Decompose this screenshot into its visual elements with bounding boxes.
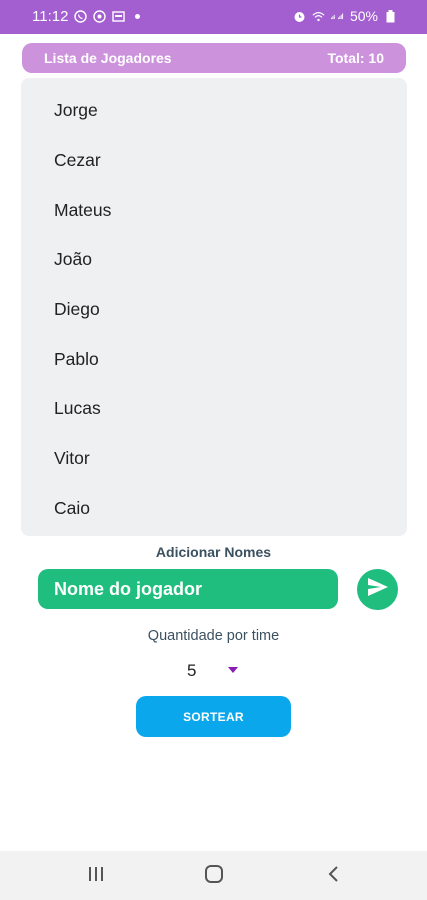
player-item[interactable]: Pablo xyxy=(21,334,407,384)
status-left: 11:12 xyxy=(32,8,141,25)
player-item[interactable]: Jorge xyxy=(21,86,407,136)
home-button[interactable] xyxy=(200,863,228,889)
back-button[interactable] xyxy=(320,863,348,889)
alarm-icon xyxy=(293,10,306,23)
battery-percent: 50% xyxy=(349,8,378,24)
status-time: 11:12 xyxy=(32,8,69,25)
player-item[interactable]: João xyxy=(21,235,407,285)
send-icon xyxy=(367,577,389,602)
player-item[interactable]: Mateus xyxy=(21,185,407,235)
quantity-value: 5 xyxy=(187,661,197,680)
back-icon xyxy=(327,865,341,888)
notification-dot-icon xyxy=(135,14,141,19)
navigation-bar xyxy=(0,851,427,900)
player-item[interactable]: Lucas xyxy=(21,384,407,434)
battery-icon xyxy=(384,9,397,23)
player-item[interactable]: Vitor xyxy=(21,434,407,484)
quantity-select[interactable]: 5 xyxy=(180,658,250,684)
recent-apps-icon xyxy=(87,866,105,887)
add-names-label: Adicionar Nomes xyxy=(155,544,272,560)
wifi-icon xyxy=(312,10,325,23)
player-name-input[interactable] xyxy=(38,569,338,609)
players-total: Total: 10 xyxy=(327,50,384,66)
player-list[interactable]: Jorge Cezar Mateus João Diego Pablo Lucas Vitor… xyxy=(21,78,407,536)
whatsapp-icon xyxy=(74,10,88,23)
status-right: 50% xyxy=(293,8,397,24)
player-item[interactable]: Caio xyxy=(21,484,407,534)
send-button[interactable] xyxy=(357,569,398,610)
quantity-label: Quantidade por time xyxy=(147,628,280,644)
sort-button[interactable]: SORTEAR xyxy=(136,696,291,737)
gallery-icon xyxy=(112,10,126,23)
recent-apps-button[interactable] xyxy=(82,863,110,889)
status-bar: 11:12 50% xyxy=(0,0,427,34)
signal-icon xyxy=(330,10,344,23)
dropdown-caret-icon xyxy=(228,667,238,673)
players-header: Lista de Jogadores Total: 10 xyxy=(22,43,406,73)
player-item[interactable]: Diego xyxy=(21,285,407,335)
player-item[interactable]: Cezar xyxy=(21,136,407,186)
header-title: Lista de Jogadores xyxy=(44,50,172,66)
home-icon xyxy=(204,864,224,888)
media-icon xyxy=(93,10,107,23)
